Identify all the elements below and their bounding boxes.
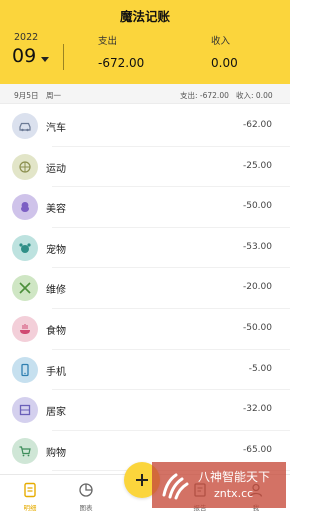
entry-amount: -50.00 xyxy=(242,322,272,333)
month-picker[interactable]: 09 xyxy=(12,45,50,67)
list-item-beauty[interactable]: 美容 -50.00 xyxy=(0,187,290,228)
home-icon xyxy=(12,397,38,424)
expense-label: 支出 xyxy=(98,36,118,47)
list-item-food[interactable]: 食物 -50.00 xyxy=(0,309,290,350)
plus-icon xyxy=(136,474,148,486)
expense-total: -672.00 xyxy=(98,56,145,70)
watermark-site: zntx.cc xyxy=(214,487,254,500)
income-total: 0.00 xyxy=(211,56,238,70)
entry-label: 购物 xyxy=(46,447,66,459)
entry-amount: -65.00 xyxy=(242,444,272,455)
nav-item-ledger[interactable]: 明细 xyxy=(10,481,50,512)
repair-icon xyxy=(12,275,38,302)
list-item-repair[interactable]: 维修 -20.00 xyxy=(0,268,290,309)
list-item-sport[interactable]: 运动 -25.00 xyxy=(0,147,290,188)
pet-icon xyxy=(12,234,38,261)
nav-item-chart[interactable]: 图表 xyxy=(66,481,106,512)
day-summary-bar: 9月5日 周一 支出: -672.00 收入: 0.00 xyxy=(0,84,290,104)
phone-icon xyxy=(12,356,38,383)
caret-down-icon[interactable] xyxy=(41,56,50,62)
month-value[interactable]: 09 xyxy=(12,45,36,67)
entry-list: 汽车 -62.00 运动 -25.00 美容 -50.00 宠物 -53.00 … xyxy=(0,106,290,471)
shopping-icon xyxy=(12,437,38,464)
entry-label: 宠物 xyxy=(46,244,66,256)
nav-label-ledger: 明细 xyxy=(23,504,37,512)
year-label: 2022 xyxy=(14,32,39,43)
list-item-phone[interactable]: 手机 -5.00 xyxy=(0,350,290,391)
sport-icon xyxy=(12,153,38,180)
day-expense: 支出: -672.00 xyxy=(180,91,229,100)
beauty-icon xyxy=(12,194,38,221)
day-date: 9月5日 xyxy=(14,91,39,100)
watermark-overlay: 八神智能天下 zntx.cc xyxy=(152,462,286,508)
entry-label: 食物 xyxy=(46,325,66,337)
entry-label: 居家 xyxy=(46,407,66,419)
app-title: 魔法记账 xyxy=(119,9,170,24)
list-item-home[interactable]: 居家 -32.00 xyxy=(0,390,290,431)
entry-amount: -62.00 xyxy=(242,120,272,130)
nav-label-chart: 图表 xyxy=(79,504,93,512)
entry-label: 运动 xyxy=(46,163,66,175)
entry-label: 维修 xyxy=(46,285,66,297)
list-item-car[interactable]: 汽车 -62.00 xyxy=(0,106,290,147)
watermark-text: 八神智能天下 xyxy=(198,470,271,484)
chart-icon xyxy=(79,483,93,497)
food-icon xyxy=(12,315,38,342)
entry-amount: -5.00 xyxy=(248,363,272,374)
day-income: 收入: 0.00 xyxy=(236,91,273,100)
watermark-logo-icon xyxy=(162,473,189,500)
entry-label: 汽车 xyxy=(46,123,66,134)
header-divider xyxy=(63,44,64,70)
ledger-icon xyxy=(24,482,36,498)
entry-label: 美容 xyxy=(46,204,66,216)
entry-amount: -32.00 xyxy=(242,404,272,415)
header-bar: 魔法记账 2022 09 支出 -672.00 收入 0.00 xyxy=(0,0,290,84)
entry-label: 手机 xyxy=(46,366,66,378)
income-label: 收入 xyxy=(211,36,231,47)
entry-amount: -50.00 xyxy=(242,201,272,212)
entry-amount: -20.00 xyxy=(242,282,272,293)
entry-amount: -53.00 xyxy=(242,241,272,252)
entry-amount: -25.00 xyxy=(242,160,272,171)
day-weekday: 周一 xyxy=(46,91,61,100)
car-icon xyxy=(12,113,38,139)
list-item-pet[interactable]: 宠物 -53.00 xyxy=(0,228,290,269)
